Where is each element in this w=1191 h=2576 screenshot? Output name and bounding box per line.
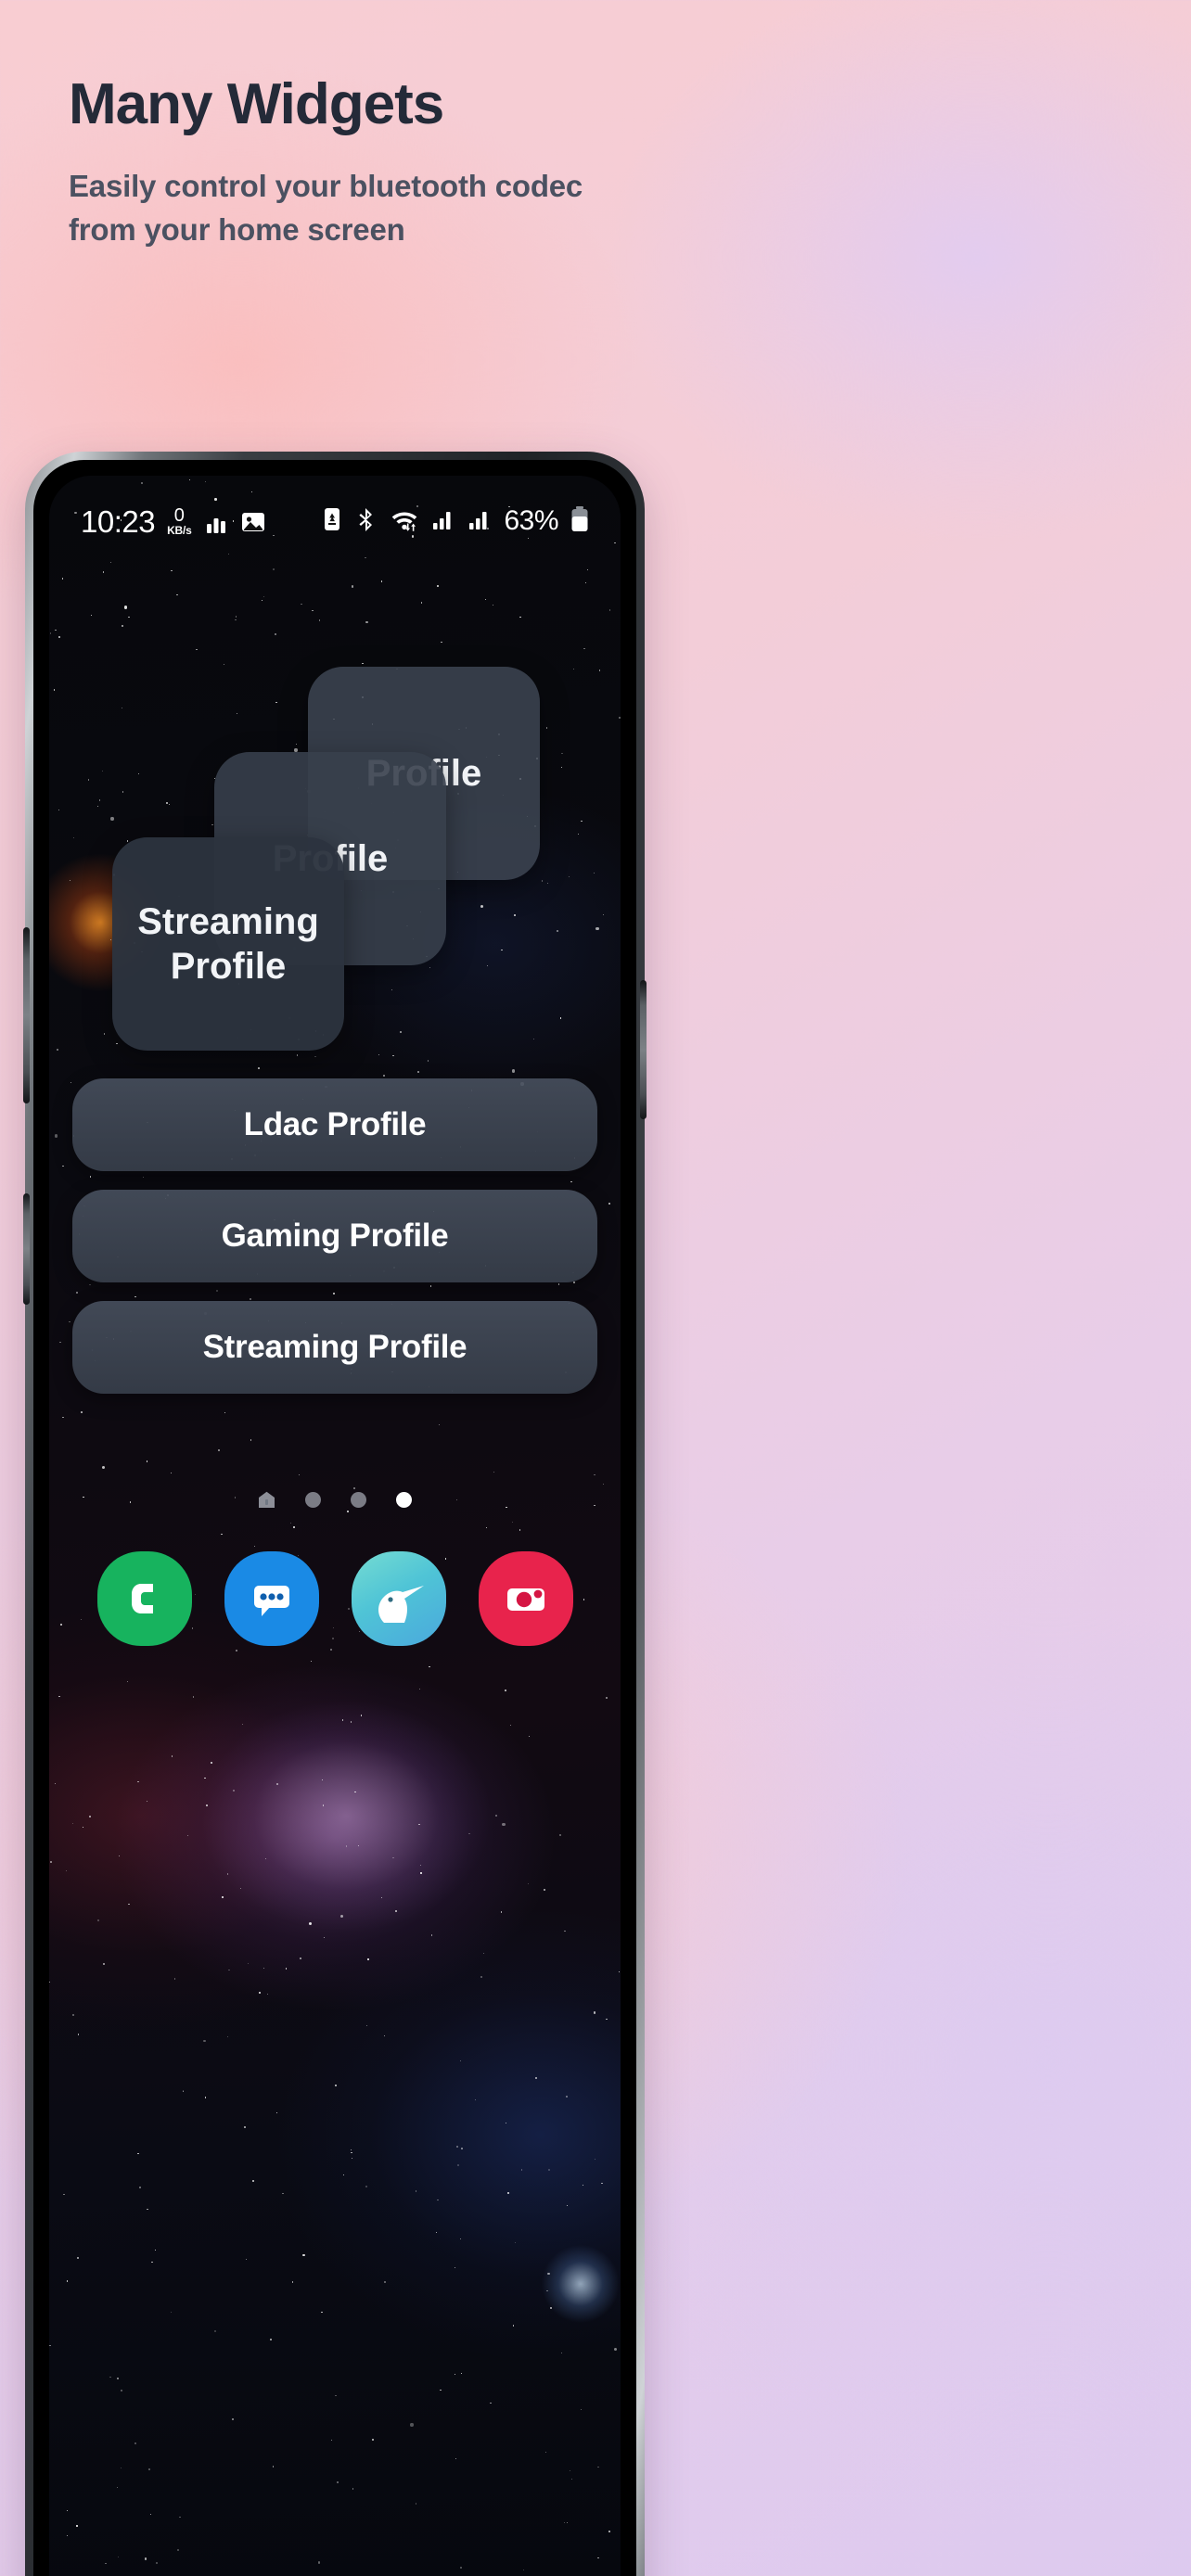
signal-bars-sim2-icon	[467, 507, 492, 536]
page-dot-3-active[interactable]	[396, 1492, 412, 1508]
camera-icon	[478, 1551, 573, 1646]
phone-icon	[96, 1551, 192, 1646]
pill-button-gaming-profile-label: Gaming Profile	[221, 1218, 449, 1254]
kiwi-bird-icon	[351, 1551, 446, 1646]
status-bar: 10:23 0 KB/s 63%	[49, 496, 621, 546]
equalizer-icon	[204, 511, 228, 535]
page-title: Many Widgets	[69, 72, 444, 136]
phone-bezel: 10:23 0 KB/s 63% Streaming Profile Ldac …	[33, 460, 636, 2576]
widget-stack: Profile Profile Streaming Profile	[49, 667, 621, 1056]
page-subtitle-line-2: from your home screen	[69, 211, 405, 247]
dock-app-browser[interactable]	[351, 1551, 446, 1646]
pill-button-gaming-profile[interactable]: Gaming Profile	[72, 1190, 597, 1282]
network-speed-unit: KB/s	[167, 523, 192, 537]
page-subtitle: Easily control your bluetooth codec from…	[69, 165, 1033, 252]
pill-button-streaming-profile-label: Streaming Profile	[202, 1329, 467, 1365]
app-dock	[49, 1551, 621, 1646]
battery-percent: 63%	[504, 505, 558, 536]
dock-app-phone[interactable]	[96, 1551, 192, 1646]
wifi-icon	[390, 506, 419, 537]
side-key-button[interactable]	[640, 980, 647, 1119]
dock-app-messages[interactable]	[224, 1551, 319, 1646]
pill-button-ldac-profile-label: Ldac Profile	[243, 1106, 427, 1142]
page-subtitle-line-1: Easily control your bluetooth codec	[69, 169, 583, 203]
network-speed-value: 0	[173, 504, 185, 526]
profile-pill-list: Ldac Profile Gaming Profile Streaming Pr…	[49, 1078, 621, 1412]
pill-button-ldac-profile[interactable]: Ldac Profile	[72, 1078, 597, 1171]
home-icon[interactable]	[258, 1491, 275, 1509]
pill-button-streaming-profile[interactable]: Streaming Profile	[72, 1301, 597, 1394]
status-bar-left: 10:23 0 KB/s	[81, 506, 266, 537]
status-bar-right: 63%	[321, 505, 589, 538]
header-block: Many Widgets Easily control your bluetoo…	[69, 76, 1033, 252]
power-button[interactable]	[23, 1193, 30, 1305]
status-time: 10:23	[81, 504, 156, 539]
image-icon	[240, 509, 266, 535]
page-indicator	[49, 1491, 621, 1509]
page-dot-1[interactable]	[305, 1492, 321, 1508]
message-icon	[224, 1551, 319, 1646]
page-dot-2[interactable]	[351, 1492, 366, 1508]
phone-mockup: 10:23 0 KB/s 63% Streaming Profile Ldac …	[23, 452, 647, 2576]
widget-card-front-label: Streaming Profile	[137, 901, 319, 987]
network-speed: 0 KB/s	[167, 506, 192, 536]
dock-app-camera[interactable]	[478, 1551, 573, 1646]
phone-screen: 10:23 0 KB/s 63% Streaming Profile Ldac …	[49, 476, 621, 2576]
bluetooth-icon	[355, 506, 378, 537]
battery-icon	[570, 505, 589, 538]
signal-bars-sim1-icon	[431, 507, 455, 536]
volume-button[interactable]	[23, 927, 30, 1103]
battery-saver-icon	[321, 506, 343, 537]
widget-card-front[interactable]: Streaming Profile	[112, 837, 344, 1051]
